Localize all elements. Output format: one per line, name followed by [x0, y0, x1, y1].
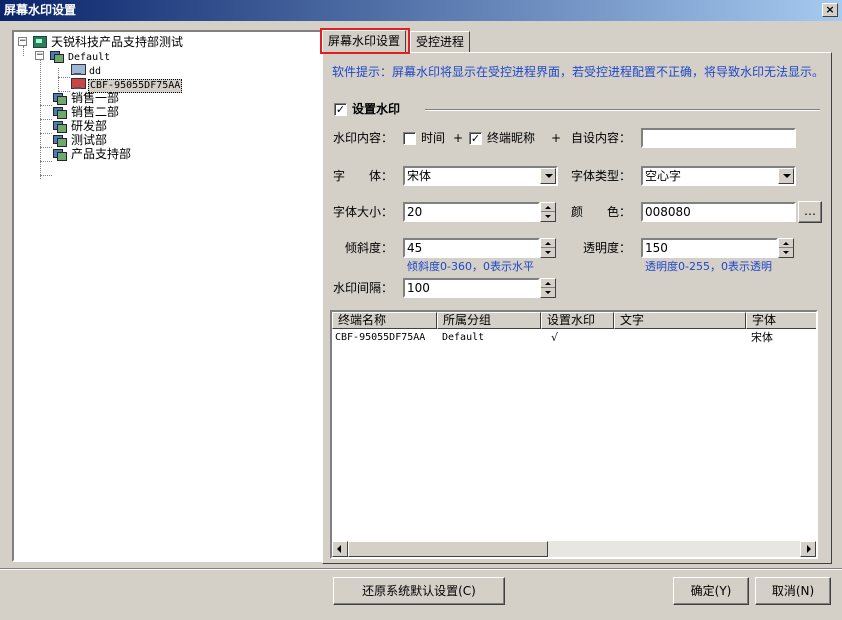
- column-header-font[interactable]: 字体: [746, 312, 816, 329]
- opacity-input[interactable]: 150: [641, 238, 778, 258]
- tree-node-sales1[interactable]: 销售一部: [52, 91, 120, 105]
- group-icon: [52, 91, 67, 105]
- color-label: 颜 色：: [571, 205, 632, 219]
- opacity-spinner[interactable]: [778, 238, 794, 258]
- time-label: 时间: [421, 131, 446, 145]
- font-size-label: 字体大小：: [333, 205, 394, 219]
- chevron-down-icon[interactable]: [778, 168, 794, 184]
- tree-node-sales2[interactable]: 销售二部: [52, 105, 120, 119]
- group-icon: [52, 147, 67, 161]
- list-header: 终端名称 所属分组 设置水印 文字 字体: [332, 312, 816, 329]
- enable-watermark-label: 设置水印: [352, 102, 401, 116]
- tree-node-label: 产品支持部: [71, 147, 132, 161]
- font-type-label: 字体类型：: [571, 169, 632, 183]
- tree-node-default[interactable]: Default: [49, 49, 111, 63]
- font-label: 字 体：: [333, 169, 394, 183]
- window-title: 屏幕水印设置: [4, 3, 77, 17]
- font-value: 宋体: [407, 169, 432, 183]
- computer-icon: [70, 63, 86, 76]
- custom-content-input[interactable]: [641, 128, 796, 148]
- computer-icon: [70, 77, 86, 90]
- time-checkbox[interactable]: [403, 132, 416, 145]
- tab-watermark-settings[interactable]: 屏幕水印设置: [322, 30, 407, 54]
- tree-node-support[interactable]: 产品支持部: [52, 147, 132, 161]
- enable-watermark-checkbox[interactable]: ✓: [334, 103, 347, 116]
- cell-watermark: √: [551, 331, 559, 344]
- column-header-text[interactable]: 文字: [614, 312, 746, 329]
- tree-node-cbf[interactable]: CBF-95055DF75AA: [70, 77, 183, 93]
- cell-group: Default: [442, 332, 485, 343]
- group-divider: [425, 109, 820, 111]
- opacity-label: 透明度：: [583, 241, 632, 255]
- network-icon: [32, 35, 47, 48]
- font-size-spinner[interactable]: [540, 202, 556, 222]
- tree-node-root[interactable]: 天锐科技产品支持部测试: [32, 35, 184, 49]
- font-size-input[interactable]: 20: [403, 202, 540, 222]
- plus-sign: +: [453, 131, 464, 145]
- column-header-terminal[interactable]: 终端名称: [332, 312, 437, 329]
- scroll-left-icon[interactable]: [332, 541, 348, 557]
- cell-terminal: CBF-95055DF75AA: [335, 332, 426, 343]
- table-row[interactable]: CBF-95055DF75AA Default √ 宋体: [332, 331, 816, 345]
- tree-node-label: 研发部: [71, 119, 108, 133]
- tree-node-label: 测试部: [71, 133, 108, 147]
- tilt-input[interactable]: 45: [403, 238, 540, 258]
- plus-sign: +: [551, 131, 562, 145]
- column-header-watermark[interactable]: 设置水印: [541, 312, 614, 329]
- spacing-label: 水印间隔：: [333, 281, 394, 295]
- group-icon: [52, 105, 67, 119]
- cancel-button[interactable]: 取消(N): [755, 577, 831, 605]
- group-icon: [49, 49, 64, 63]
- restore-defaults-button[interactable]: 还原系统默认设置(C): [333, 577, 505, 605]
- group-icon: [52, 133, 67, 147]
- nickname-label: 终端昵称: [487, 131, 536, 145]
- scroll-thumb[interactable]: [348, 541, 548, 557]
- color-input[interactable]: 008080: [641, 202, 796, 222]
- spacing-spinner[interactable]: [540, 278, 556, 298]
- close-button[interactable]: ×: [822, 3, 838, 17]
- tree-expander-default[interactable]: −: [35, 51, 44, 60]
- tree-node-test[interactable]: 测试部: [52, 133, 108, 147]
- cell-font: 宋体: [751, 331, 773, 344]
- tilt-spinner[interactable]: [540, 238, 556, 258]
- tree-node-dd[interactable]: dd: [70, 63, 102, 77]
- chevron-down-icon[interactable]: [540, 168, 556, 184]
- color-picker-button[interactable]: …: [798, 201, 822, 223]
- tree-node-label: 销售二部: [71, 105, 120, 119]
- footer-divider: [0, 568, 842, 570]
- column-header-group[interactable]: 所属分组: [437, 312, 541, 329]
- software-hint: 软件提示：屏幕水印将显示在受控进程界面，若受控进程配置不正确，将导致水印无法显示…: [332, 65, 825, 79]
- spacing-input[interactable]: 100: [403, 278, 540, 298]
- tree-node-rnd[interactable]: 研发部: [52, 119, 108, 133]
- scroll-right-icon[interactable]: [800, 541, 816, 557]
- opacity-hint: 透明度0-255，0表示透明: [645, 260, 772, 273]
- tree-expander-root[interactable]: −: [18, 37, 27, 46]
- content-label: 水印内容：: [333, 131, 394, 145]
- title-bar: 屏幕水印设置 ×: [0, 0, 842, 21]
- tab-controlled-process[interactable]: 受控进程: [410, 31, 471, 53]
- font-type-select[interactable]: 空心字: [641, 166, 796, 186]
- terminal-tree[interactable]: − 天锐科技产品支持部测试 − Default dd CBF-95055DF75…: [12, 30, 322, 562]
- font-type-value: 空心字: [645, 169, 682, 183]
- font-select[interactable]: 宋体: [403, 166, 558, 186]
- nickname-checkbox[interactable]: ✓: [469, 132, 482, 145]
- terminal-list[interactable]: 终端名称 所属分组 设置水印 文字 字体 CBF-95055DF75AA Def…: [330, 310, 818, 559]
- tree-node-label: 天锐科技产品支持部测试: [51, 35, 184, 49]
- tilt-label: 倾斜度：: [345, 241, 394, 255]
- tilt-hint: 倾斜度0-360，0表示水平: [407, 260, 534, 273]
- tree-node-label: 销售一部: [71, 91, 120, 105]
- custom-content-label: 自设内容：: [571, 131, 632, 145]
- horizontal-scrollbar[interactable]: [332, 541, 816, 557]
- group-icon: [52, 119, 67, 133]
- ok-button[interactable]: 确定(Y): [673, 577, 749, 605]
